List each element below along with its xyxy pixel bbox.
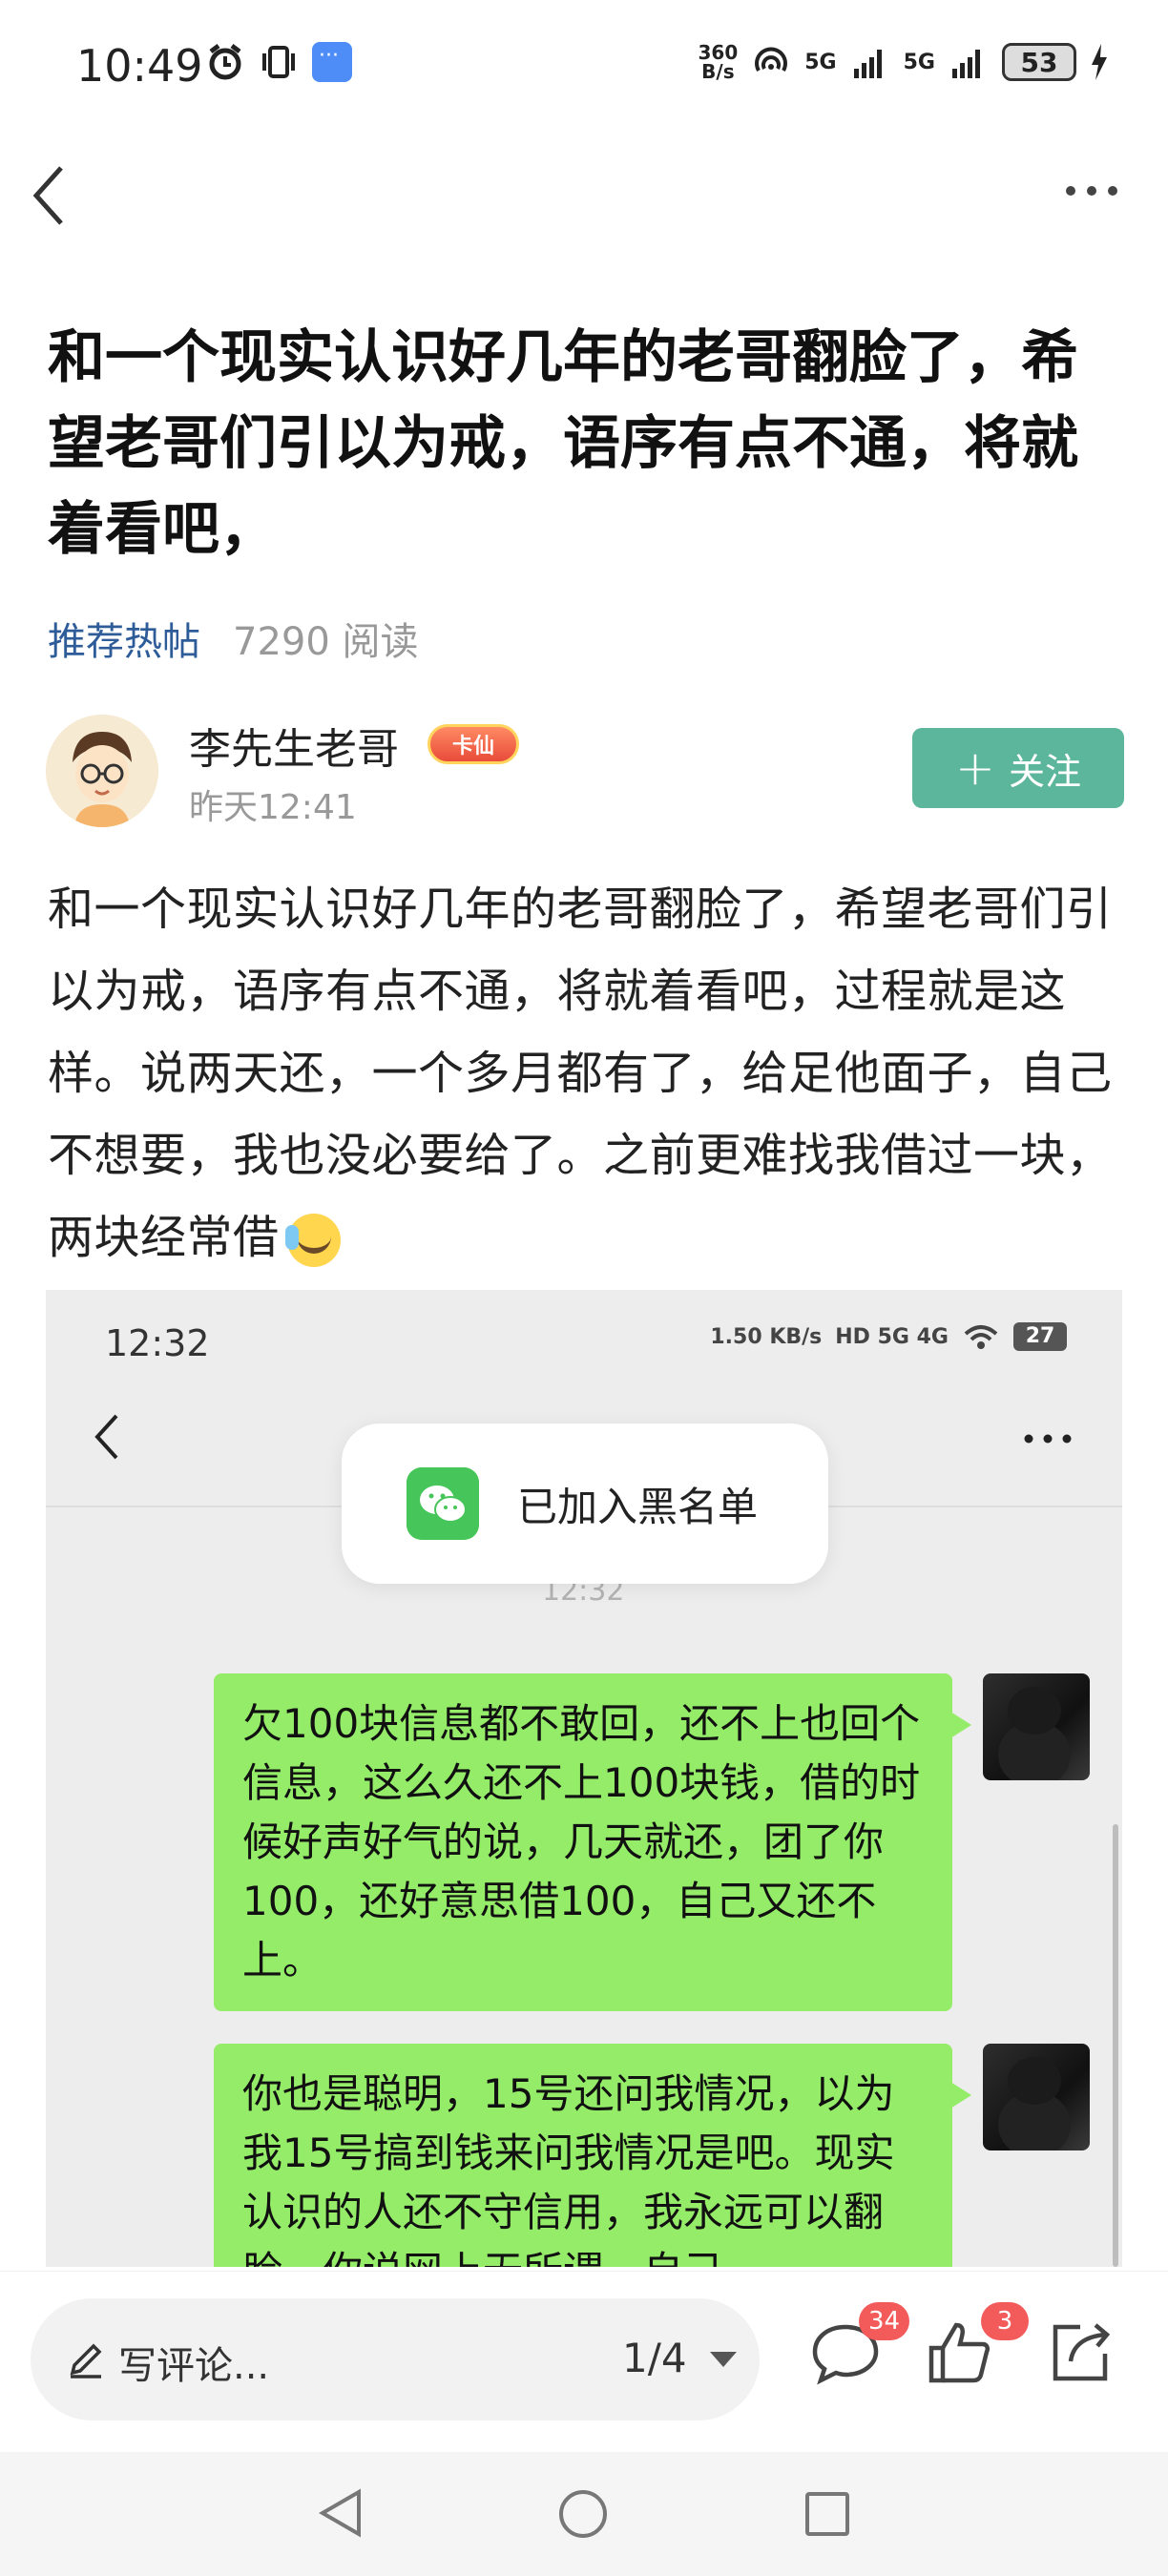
nav-back-icon[interactable] xyxy=(317,2486,365,2540)
author-avatar[interactable] xyxy=(46,715,158,827)
crying-laughing-emoji-icon xyxy=(284,1214,341,1267)
comment-count-badge: 34 xyxy=(859,2302,910,2340)
sender-avatar xyxy=(983,1673,1090,1780)
caret-down-icon[interactable] xyxy=(710,2352,737,2367)
image-status-time: 12:32 xyxy=(105,1322,210,1364)
author-row: 李先生老哥 卡仙 昨天12:41 + 关注 xyxy=(46,711,1124,835)
nav-home-icon[interactable] xyxy=(559,2490,607,2538)
back-arrow-icon[interactable] xyxy=(27,162,74,229)
image-net-speed: 1.50 KB/s xyxy=(710,1324,823,1349)
post-title: 和一个现实认识好几年的老哥翻脸了，希望老哥们引以为戒，语序有点不通，将就着看吧， xyxy=(48,324,1078,563)
follow-label: 关注 xyxy=(1008,750,1081,793)
image-scrollbar xyxy=(1113,1824,1118,2267)
post-meta: 推荐热帖 7290 阅读 xyxy=(48,611,419,666)
author-name[interactable]: 李先生老哥 xyxy=(189,715,399,776)
image-status-icons: 1.50 KB/s HD 5G 4G 27 xyxy=(710,1322,1067,1351)
top-navigation xyxy=(0,134,1168,248)
more-options-icon[interactable] xyxy=(1063,181,1120,200)
chat-bubble: 欠100块信息都不敢回，还不上也回个信息，这么久还不上100块钱，借的时候好声好… xyxy=(214,1673,971,2011)
bottom-action-bar: 写评论... 1/4 34 3 xyxy=(0,2271,1168,2452)
status-bar: 10:49 360 B/s 5G 5G 53 xyxy=(0,0,1168,134)
share-icon[interactable] xyxy=(1042,2314,1118,2390)
post-body-text: 和一个现实认识好几年的老哥翻脸了，希望老哥们引以为戒，语序有点不通，将就着看吧，… xyxy=(48,883,1113,1264)
follow-button[interactable]: + 关注 xyxy=(912,728,1124,808)
pencil-icon xyxy=(70,2343,102,2379)
signal-bars-icon xyxy=(952,50,980,78)
system-navigation-bar xyxy=(0,2452,1168,2576)
post-time: 昨天12:41 xyxy=(189,788,357,827)
blacklist-toast: 已加入黑名单 xyxy=(342,1423,828,1584)
signal-2-label: 5G xyxy=(903,50,935,74)
hotspot-icon xyxy=(755,47,788,72)
comment-placeholder: 写评论... xyxy=(118,2344,270,2388)
image-battery: 27 xyxy=(1013,1322,1067,1351)
wechat-icon xyxy=(407,1467,479,1540)
post-tag-link[interactable]: 推荐热帖 xyxy=(48,611,200,666)
comment-input[interactable]: 写评论... 1/4 xyxy=(31,2298,760,2420)
battery-indicator: 53 xyxy=(1002,43,1076,81)
cartoon-avatar-icon xyxy=(46,715,158,827)
toast-text: 已加入黑名单 xyxy=(517,1483,759,1530)
plus-icon: + xyxy=(955,740,995,796)
vibrate-icon xyxy=(262,46,295,78)
alarm-icon xyxy=(209,44,241,80)
like-count-badge: 3 xyxy=(981,2302,1029,2340)
post-image[interactable]: 12:32 1.50 KB/s HD 5G 4G 27 12:32 已加入黑名单… xyxy=(46,1290,1122,2267)
status-time: 10:49 xyxy=(76,40,203,92)
chat-back-icon xyxy=(94,1414,118,1460)
signal-bars-icon xyxy=(853,50,882,78)
post-body: 和一个现实认识好几年的老哥翻脸了，希望老哥们引以为戒，语序有点不通，将就着看吧，… xyxy=(48,868,1126,1278)
sender-avatar xyxy=(983,2044,1090,2150)
signal-1-label: 5G xyxy=(804,50,837,74)
chat-bubble: 你也是聪明，15号还问我情况，以为我15号搞到钱来问我情况是吧。现实认识的人还不… xyxy=(214,2044,971,2267)
message-app-icon xyxy=(312,42,352,82)
user-level-badge: 卡仙 xyxy=(428,724,519,764)
net-speed: 360 B/s xyxy=(698,41,739,83)
image-signal: HD 5G 4G xyxy=(835,1324,949,1349)
image-page-indicator[interactable]: 1/4 xyxy=(622,2335,687,2381)
nav-recents-icon[interactable] xyxy=(805,2492,849,2536)
chat-more-icon xyxy=(1024,1434,1072,1444)
read-count: 7290 阅读 xyxy=(233,620,419,664)
charging-icon xyxy=(1092,44,1107,80)
wifi-icon xyxy=(964,1325,998,1349)
